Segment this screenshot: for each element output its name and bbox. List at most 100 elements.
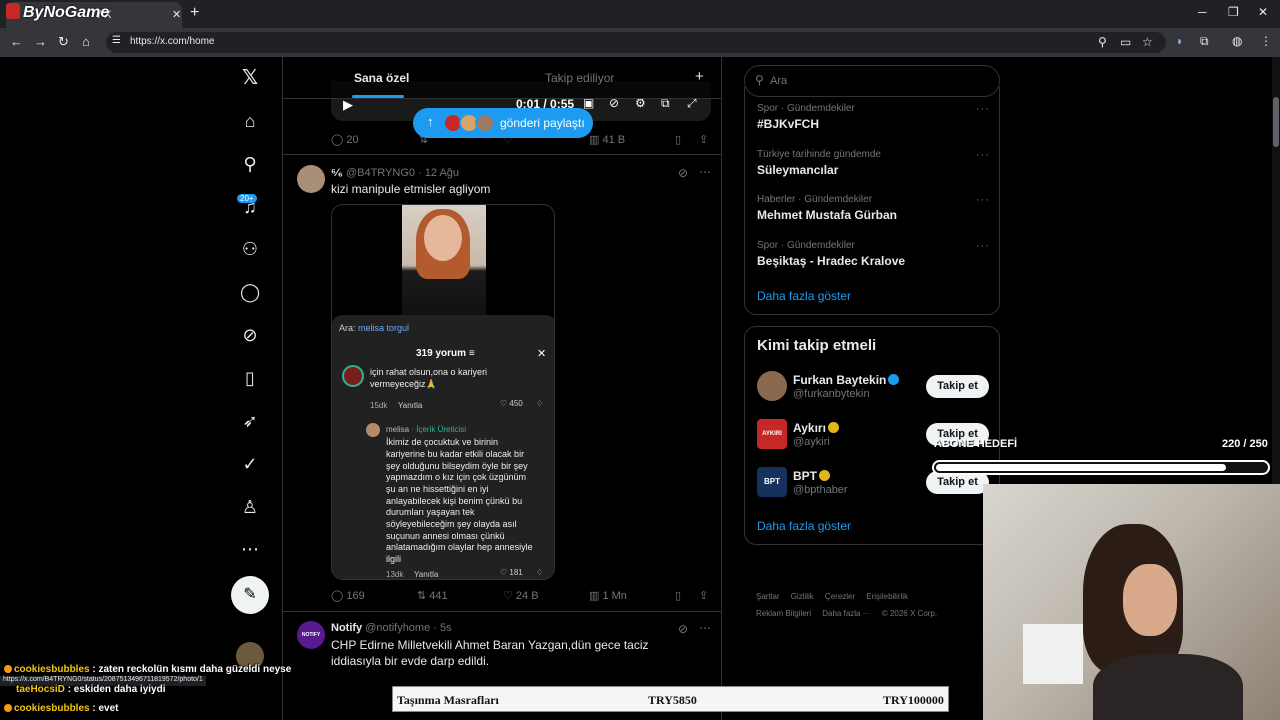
home-icon[interactable]: ⌂ [82, 34, 90, 49]
sub-goal-value: 220 / 250 [1222, 438, 1268, 450]
search-prefix: Ara: [339, 323, 356, 333]
post-handle[interactable]: @notifyhome · 5s [365, 622, 451, 634]
forward-icon[interactable]: → [34, 34, 47, 49]
chat-badge-icon [4, 704, 12, 712]
grok-icon[interactable]: ⊘ [678, 166, 688, 180]
footer-link[interactable]: Daha fazla ··· [822, 609, 870, 618]
site-info-icon[interactable]: ☰ [112, 35, 121, 46]
post-actions: ◯ 169 ⇅ 441 ♡ 24 B ▥ 1 Mn ▯ ⇪ [331, 589, 711, 605]
home-nav-icon[interactable]: ⌂ [240, 111, 260, 131]
search-nav-icon[interactable]: ⚲ [240, 154, 260, 174]
follow-name[interactable]: Furkan Baytekin [793, 373, 900, 387]
trend-name[interactable]: Beşiktaş - Hradec Kralove [757, 254, 905, 268]
trends-panel: Spor · Gündemdekiler #BJKvFCH ··· Türkiy… [744, 87, 1000, 315]
restore-icon[interactable]: ❐ [1228, 5, 1239, 19]
reply-line: İkimiz de çocuktuk ve birinin [386, 437, 499, 447]
bookmark-icon[interactable]: ▯ [675, 133, 681, 146]
cast-icon[interactable]: ▭ [1120, 35, 1131, 49]
trend-more-icon[interactable]: ··· [976, 103, 990, 115]
back-icon[interactable]: ← [10, 34, 23, 49]
trend-more-icon[interactable]: ··· [976, 240, 990, 252]
reply-button[interactable]: ◯ 169 [331, 589, 365, 602]
footer-links: Şartlar Gizlilik Çerezler Erişilebilirli… [756, 592, 908, 601]
tab-close-icon[interactable]: ✕ [172, 8, 181, 21]
share-pill-text: gönderi paylaştı [500, 116, 585, 130]
footer-link[interactable]: Gizlilik [791, 592, 814, 601]
background-shelf [1023, 624, 1083, 684]
tab-following[interactable]: Takip ediliyor [545, 71, 614, 85]
post-handle[interactable]: @B4TRYNG0 · 12 Ağu [346, 167, 459, 179]
address-bar[interactable]: ☰ https://x.com/home ⚲ ▭ ☆ [106, 32, 1166, 53]
bookmark-star-icon[interactable]: ☆ [1142, 35, 1153, 49]
follow-nav-icon[interactable]: ⚇ [240, 239, 260, 259]
grok-nav-icon[interactable]: ⊘ [240, 325, 260, 345]
rocket-nav-icon[interactable]: ➶ [240, 411, 260, 431]
follow-name-text: Aykırı [793, 421, 826, 435]
post-avatar[interactable] [297, 165, 325, 193]
footer-link[interactable]: Çerezler [825, 592, 855, 601]
more-options-icon[interactable]: ⋯ [699, 165, 711, 179]
extension-icon[interactable]: ◗ [1176, 34, 1183, 48]
minimize-icon[interactable]: ─ [1198, 5, 1207, 19]
footer-link[interactable]: Erişilebilirlik [866, 592, 908, 601]
divider [283, 611, 721, 612]
follow-avatar[interactable]: BPT [757, 467, 787, 497]
more-nav-icon[interactable]: ⋯ [240, 539, 260, 559]
footer-link[interactable]: Reklam Bilgileri [756, 609, 811, 618]
share-icon[interactable]: ⇪ [699, 133, 708, 146]
tab-for-you[interactable]: Sana özel [354, 71, 409, 85]
new-posts-pill[interactable]: ↑ gönderi paylaştı [413, 108, 593, 138]
trend-more-icon[interactable]: ··· [976, 194, 990, 206]
post-avatar[interactable]: NOTIFY [297, 621, 325, 649]
reload-icon[interactable]: ↻ [58, 34, 69, 50]
menu-icon[interactable]: ⋮ [1260, 34, 1272, 48]
profile-icon[interactable]: ◍ [1232, 34, 1242, 48]
window-close-icon[interactable]: ✕ [1258, 5, 1268, 19]
footer-link[interactable]: Şartlar [756, 592, 780, 601]
follow-avatar[interactable]: AYKIRI [757, 419, 787, 449]
webcam-feed [983, 484, 1280, 720]
profile-nav-icon[interactable]: ♙ [240, 497, 260, 517]
close-icon: ✕ [537, 348, 547, 360]
grok-icon[interactable]: ⊘ [678, 622, 688, 636]
ticker-target: TRY100000 [883, 693, 944, 707]
follow-name[interactable]: Aykırı [793, 421, 839, 435]
messages-nav-icon[interactable]: ◯ [240, 282, 260, 302]
follow-button[interactable]: Takip et [926, 375, 989, 398]
zoom-icon[interactable]: ⚲ [1098, 35, 1107, 49]
add-tab-icon[interactable]: + [695, 68, 704, 85]
show-more-follow-link[interactable]: Daha fazla göster [757, 519, 851, 533]
compose-post-button[interactable]: ✎ [231, 576, 269, 614]
show-more-trends-link[interactable]: Daha fazla göster [757, 289, 851, 303]
follow-handle: @bpthaber [793, 484, 848, 496]
post-author-name[interactable]: Notify [331, 622, 362, 634]
new-tab-icon[interactable]: + [190, 4, 199, 22]
reply-button[interactable]: ◯ 20 [331, 133, 359, 146]
post-media[interactable]: Ara: melisa torgul 319 yorum ≡ ✕ için ra… [331, 204, 555, 580]
views-button[interactable]: ▥ 41 B [589, 133, 625, 146]
trend-name[interactable]: #BJKvFCH [757, 117, 819, 131]
trend-name[interactable]: Süleymancılar [757, 163, 838, 177]
bookmark-icon[interactable]: ▯ [675, 589, 681, 602]
extensions-puzzle-icon[interactable]: ⧉ [1200, 34, 1209, 49]
photo-face [424, 215, 462, 261]
verified-nav-icon[interactable]: ✓ [240, 454, 260, 474]
trend-more-icon[interactable]: ··· [976, 149, 990, 161]
comment-likes-count: 450 [509, 399, 523, 408]
reply-reply: Yanıtla [414, 570, 439, 579]
play-icon[interactable]: ▶ [343, 97, 353, 113]
share-icon[interactable]: ⇪ [699, 589, 708, 602]
bookmarks-nav-icon[interactable]: ▯ [240, 368, 260, 388]
verified-icon [819, 470, 830, 481]
more-options-icon[interactable]: ⋯ [699, 621, 711, 635]
repost-button[interactable]: ⇅ 441 [417, 589, 448, 602]
follow-name[interactable]: BPT [793, 469, 830, 483]
scrollbar-thumb[interactable] [1273, 97, 1279, 147]
trend-name[interactable]: Mehmet Mustafa Gürban [757, 208, 897, 222]
follow-avatar[interactable] [757, 371, 787, 401]
comment-line: vermeyeceğiz🙏 [370, 379, 437, 389]
x-logo-icon[interactable]: 𝕏 [240, 68, 260, 88]
like-button[interactable]: ♡ 24 B [503, 589, 539, 602]
post-author-name[interactable]: ⁶⁄₆ [331, 167, 343, 179]
views-button[interactable]: ▥ 1 Mn [589, 589, 627, 602]
